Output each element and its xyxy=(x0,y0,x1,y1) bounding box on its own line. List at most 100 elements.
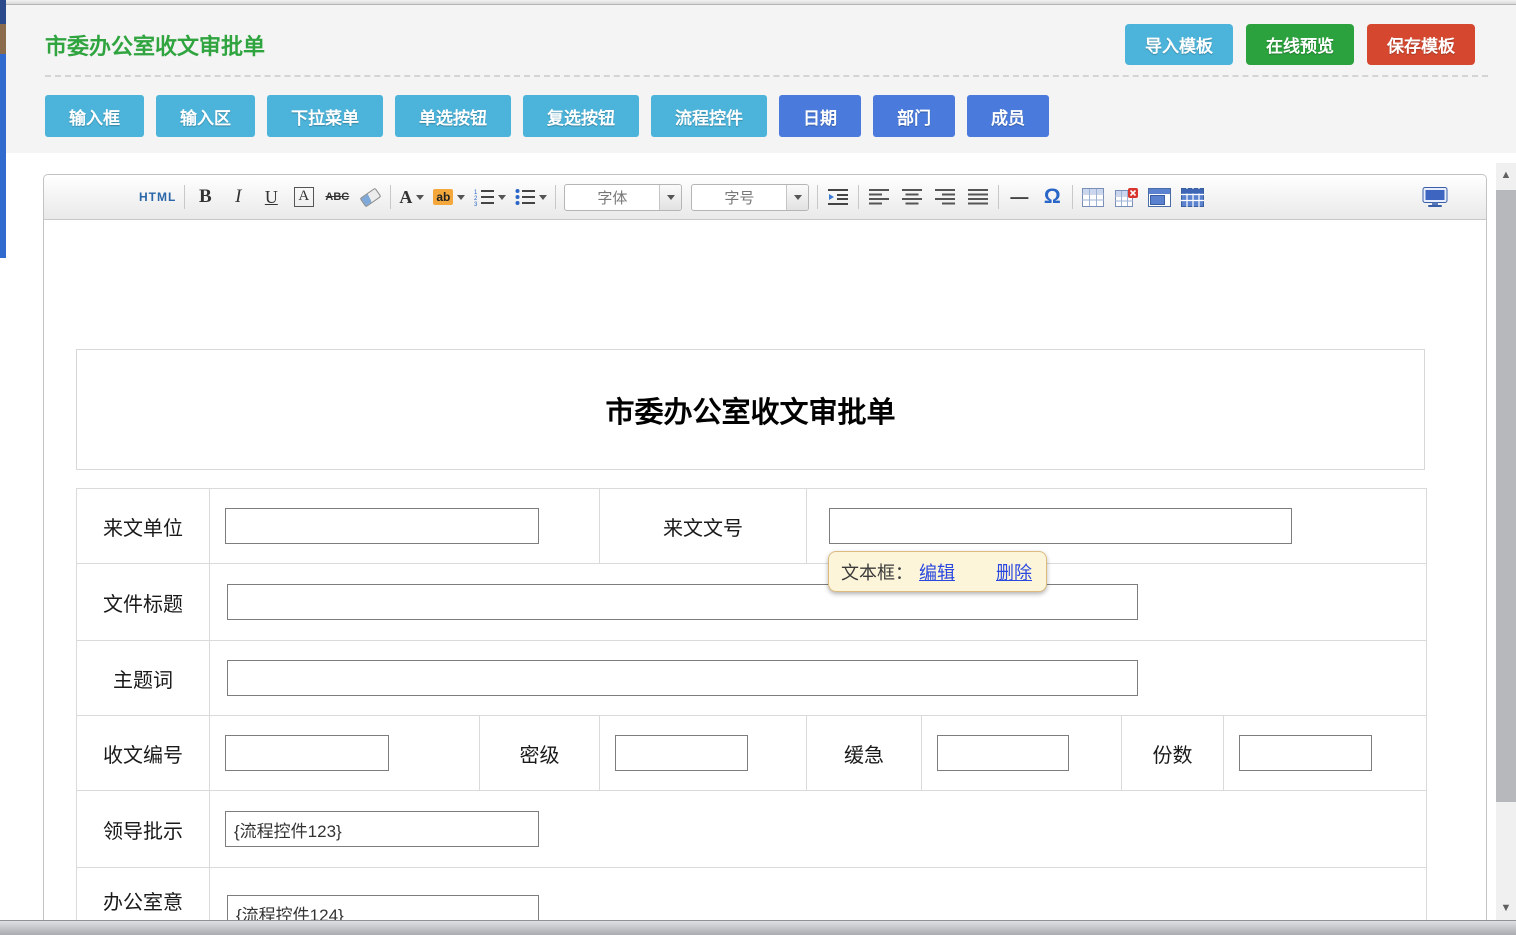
align-center-button[interactable] xyxy=(900,183,924,211)
toolbar-separator xyxy=(555,185,556,209)
label-huanji: 缓急 xyxy=(807,716,922,791)
editor-document[interactable]: 市委办公室收文审批单 来文单位 来文文号 文件标题 主题词 收文 xyxy=(44,220,1486,935)
delete-widget-link[interactable]: 删除 xyxy=(996,559,1032,585)
table-grid-icon xyxy=(1181,188,1204,207)
toolbar-separator xyxy=(998,185,999,209)
bold-button[interactable]: B xyxy=(193,183,217,211)
ordered-list-icon: 1 2 3 xyxy=(474,188,494,206)
special-char-button[interactable]: Ω xyxy=(1040,183,1064,211)
vertical-scrollbar[interactable]: ▲ ▼ xyxy=(1496,163,1516,920)
member-button[interactable]: 成员 xyxy=(967,95,1049,137)
italic-button[interactable]: I xyxy=(226,183,250,211)
page-header: 市委办公室收文审批单 导入模板 在线预览 保存模板 输入框 输入区 下拉菜单 单… xyxy=(6,5,1516,153)
input-shouwen-bianhao[interactable] xyxy=(225,735,389,771)
unordered-list-icon xyxy=(515,188,535,206)
radio-button-button[interactable]: 单选按钮 xyxy=(395,95,511,137)
boxed-a-icon: A xyxy=(294,187,314,207)
input-box-button[interactable]: 输入框 xyxy=(45,95,144,137)
font-color-button[interactable]: A xyxy=(399,183,424,211)
horizontal-rule-button[interactable]: — xyxy=(1007,183,1031,211)
import-template-button[interactable]: 导入模板 xyxy=(1125,24,1233,65)
remove-format-button[interactable] xyxy=(358,183,382,211)
input-huanji[interactable] xyxy=(937,735,1069,771)
dropdown-menu-button[interactable]: 下拉菜单 xyxy=(267,95,383,137)
delete-table-button[interactable] xyxy=(1114,183,1138,211)
scrollbar-thumb[interactable] xyxy=(1496,190,1516,802)
font-size-value: 字号 xyxy=(692,187,786,208)
indent-icon xyxy=(828,188,848,206)
date-button[interactable]: 日期 xyxy=(779,95,861,137)
textarea-button[interactable]: 输入区 xyxy=(156,95,255,137)
merged-table-icon xyxy=(1148,188,1171,207)
table-cell-merge-button[interactable] xyxy=(1147,183,1171,211)
input-lingdao-pishi[interactable] xyxy=(225,811,539,847)
scroll-up-arrow[interactable]: ▲ xyxy=(1496,167,1516,183)
tooltip-label: 文本框： xyxy=(841,559,913,585)
window-top-edge xyxy=(0,0,1516,5)
left-edge-segment xyxy=(0,24,6,54)
table-row: 收文编号 密级 缓急 份数 xyxy=(77,716,1427,791)
widget-context-tooltip: 文本框： 编辑 删除 xyxy=(828,551,1047,592)
scroll-down-arrow[interactable]: ▼ xyxy=(1496,900,1516,916)
flow-control-button[interactable]: 流程控件 xyxy=(651,95,767,137)
chevron-down-icon xyxy=(457,195,465,200)
font-family-value: 字体 xyxy=(565,187,659,208)
input-miji[interactable] xyxy=(615,735,748,771)
insert-table-button[interactable] xyxy=(1081,183,1105,211)
font-size-select[interactable]: 字号 xyxy=(691,184,809,211)
chevron-down-icon xyxy=(498,195,506,200)
align-right-icon xyxy=(935,188,955,206)
chevron-down-icon xyxy=(794,195,802,200)
table-row: 文件标题 xyxy=(77,564,1427,641)
left-edge-segment xyxy=(0,54,6,258)
window-bottom-edge xyxy=(0,920,1516,935)
font-size-dropdown[interactable] xyxy=(786,185,808,210)
toolbar-separator xyxy=(1072,185,1073,209)
label-lingdao-pishi: 领导批示 xyxy=(77,791,210,868)
department-button[interactable]: 部门 xyxy=(873,95,955,137)
align-left-icon xyxy=(869,188,889,206)
label-shouwen-bianhao: 收文编号 xyxy=(77,716,210,791)
strikethrough-button[interactable]: ABC xyxy=(325,183,349,211)
chevron-down-icon xyxy=(667,195,675,200)
toolbar-separator xyxy=(858,185,859,209)
chevron-down-icon xyxy=(539,195,547,200)
toolbar-separator xyxy=(817,185,818,209)
font-family-select[interactable]: 字体 xyxy=(564,184,682,211)
template-actions: 导入模板 在线预览 保存模板 xyxy=(1125,24,1475,65)
table-row: 领导批示 xyxy=(77,791,1427,868)
delete-table-icon xyxy=(1115,188,1138,207)
align-right-button[interactable] xyxy=(933,183,957,211)
toolbar-separator xyxy=(390,185,391,209)
highlight-color-button[interactable]: ab xyxy=(433,183,465,211)
highlight-icon: ab xyxy=(433,189,453,205)
checkbox-button[interactable]: 复选按钮 xyxy=(523,95,639,137)
border-text-button[interactable]: A xyxy=(292,183,316,211)
input-zhutici[interactable] xyxy=(227,660,1138,696)
align-left-button[interactable] xyxy=(867,183,891,211)
input-laiwen-danwei[interactable] xyxy=(225,508,539,544)
editor-toolbar: HTML B I U A ABC A ab 1 2 3 xyxy=(44,175,1486,220)
table-properties-button[interactable] xyxy=(1180,183,1204,211)
field-widget-buttons: 输入框 输入区 下拉菜单 单选按钮 复选按钮 流程控件 日期 部门 成员 xyxy=(45,95,1049,137)
input-laiwen-wenhao[interactable] xyxy=(829,508,1292,544)
align-center-icon xyxy=(902,188,922,206)
unordered-list-button[interactable] xyxy=(515,183,547,211)
input-fenshu[interactable] xyxy=(1239,735,1372,771)
online-preview-button[interactable]: 在线预览 xyxy=(1246,24,1354,65)
header-divider xyxy=(45,75,1488,77)
indent-button[interactable] xyxy=(826,183,850,211)
monitor-icon xyxy=(1422,187,1448,208)
font-family-dropdown[interactable] xyxy=(659,185,681,210)
align-justify-button[interactable] xyxy=(966,183,990,211)
ordered-list-button[interactable]: 1 2 3 xyxy=(474,183,506,211)
edit-widget-link[interactable]: 编辑 xyxy=(919,559,955,585)
page-title: 市委办公室收文审批单 xyxy=(45,29,265,61)
fullscreen-button[interactable] xyxy=(1422,183,1448,211)
label-laiwen-wenhao: 来文文号 xyxy=(600,489,807,564)
label-fenshu: 份数 xyxy=(1122,716,1224,791)
underline-button[interactable]: U xyxy=(259,183,283,211)
source-code-button[interactable]: HTML xyxy=(139,183,176,211)
chevron-down-icon xyxy=(416,195,424,200)
save-template-button[interactable]: 保存模板 xyxy=(1367,24,1475,65)
